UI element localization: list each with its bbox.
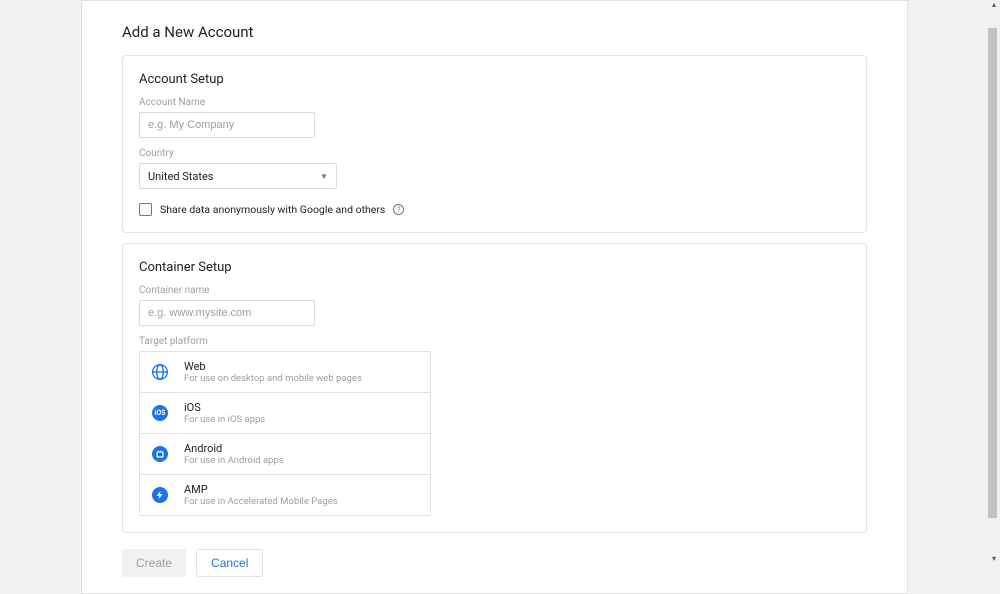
account-name-group: Account Name (139, 97, 850, 138)
platform-amp[interactable]: AMP For use in Accelerated Mobile Pages (140, 475, 430, 515)
platform-amp-text: AMP For use in Accelerated Mobile Pages (184, 483, 338, 507)
page-title: Add a New Account (82, 17, 907, 55)
account-name-label: Account Name (139, 97, 850, 108)
container-name-label: Container name (139, 285, 850, 296)
android-icon (152, 446, 168, 462)
platform-desc: For use in Accelerated Mobile Pages (184, 496, 338, 507)
ios-icon: iOS (152, 405, 168, 421)
scroll-up-icon[interactable]: ▴ (992, 0, 996, 9)
share-data-row: Share data anonymously with Google and o… (139, 203, 850, 216)
globe-icon (152, 364, 168, 380)
platform-ios-text: iOS For use in iOS apps (184, 401, 265, 425)
account-setup-card: Account Setup Account Name Country Unite… (122, 55, 867, 233)
platform-list: Web For use on desktop and mobile web pa… (139, 351, 431, 516)
container-name-group: Container name (139, 285, 850, 326)
container-setup-title: Container Setup (139, 260, 850, 275)
account-setup-title: Account Setup (139, 72, 850, 87)
platform-android[interactable]: Android For use in Android apps (140, 434, 430, 475)
platform-web[interactable]: Web For use on desktop and mobile web pa… (140, 352, 430, 393)
country-value: United States (148, 170, 213, 183)
scroll-down-icon[interactable]: ▾ (992, 554, 996, 563)
main-panel: Add a New Account Account Setup Account … (81, 0, 908, 594)
cancel-button[interactable]: Cancel (196, 549, 263, 577)
button-row: Create Cancel (122, 549, 907, 577)
platform-name: Web (184, 360, 362, 373)
chevron-down-icon: ▼ (320, 172, 328, 181)
platform-android-text: Android For use in Android apps (184, 442, 284, 466)
target-platform-label: Target platform (139, 336, 850, 347)
platform-name: iOS (184, 401, 265, 414)
scroll-thumb[interactable] (988, 28, 997, 518)
platform-name: AMP (184, 483, 338, 496)
platform-desc: For use in iOS apps (184, 414, 265, 425)
country-group: Country United States ▼ (139, 148, 850, 189)
account-name-input[interactable] (139, 112, 315, 138)
amp-icon (152, 487, 168, 503)
container-name-input[interactable] (139, 300, 315, 326)
share-data-checkbox[interactable] (139, 203, 152, 216)
create-button[interactable]: Create (122, 549, 186, 577)
help-icon[interactable]: ? (393, 204, 404, 215)
platform-web-text: Web For use on desktop and mobile web pa… (184, 360, 362, 384)
platform-name: Android (184, 442, 284, 455)
country-select[interactable]: United States ▼ (139, 163, 337, 189)
platform-ios[interactable]: iOS iOS For use in iOS apps (140, 393, 430, 434)
country-label: Country (139, 148, 850, 159)
platform-desc: For use in Android apps (184, 455, 284, 466)
platform-desc: For use on desktop and mobile web pages (184, 373, 362, 384)
scrollbar[interactable]: ▴ ▾ (988, 0, 997, 563)
share-data-label: Share data anonymously with Google and o… (160, 203, 385, 216)
container-setup-card: Container Setup Container name Target pl… (122, 243, 867, 533)
